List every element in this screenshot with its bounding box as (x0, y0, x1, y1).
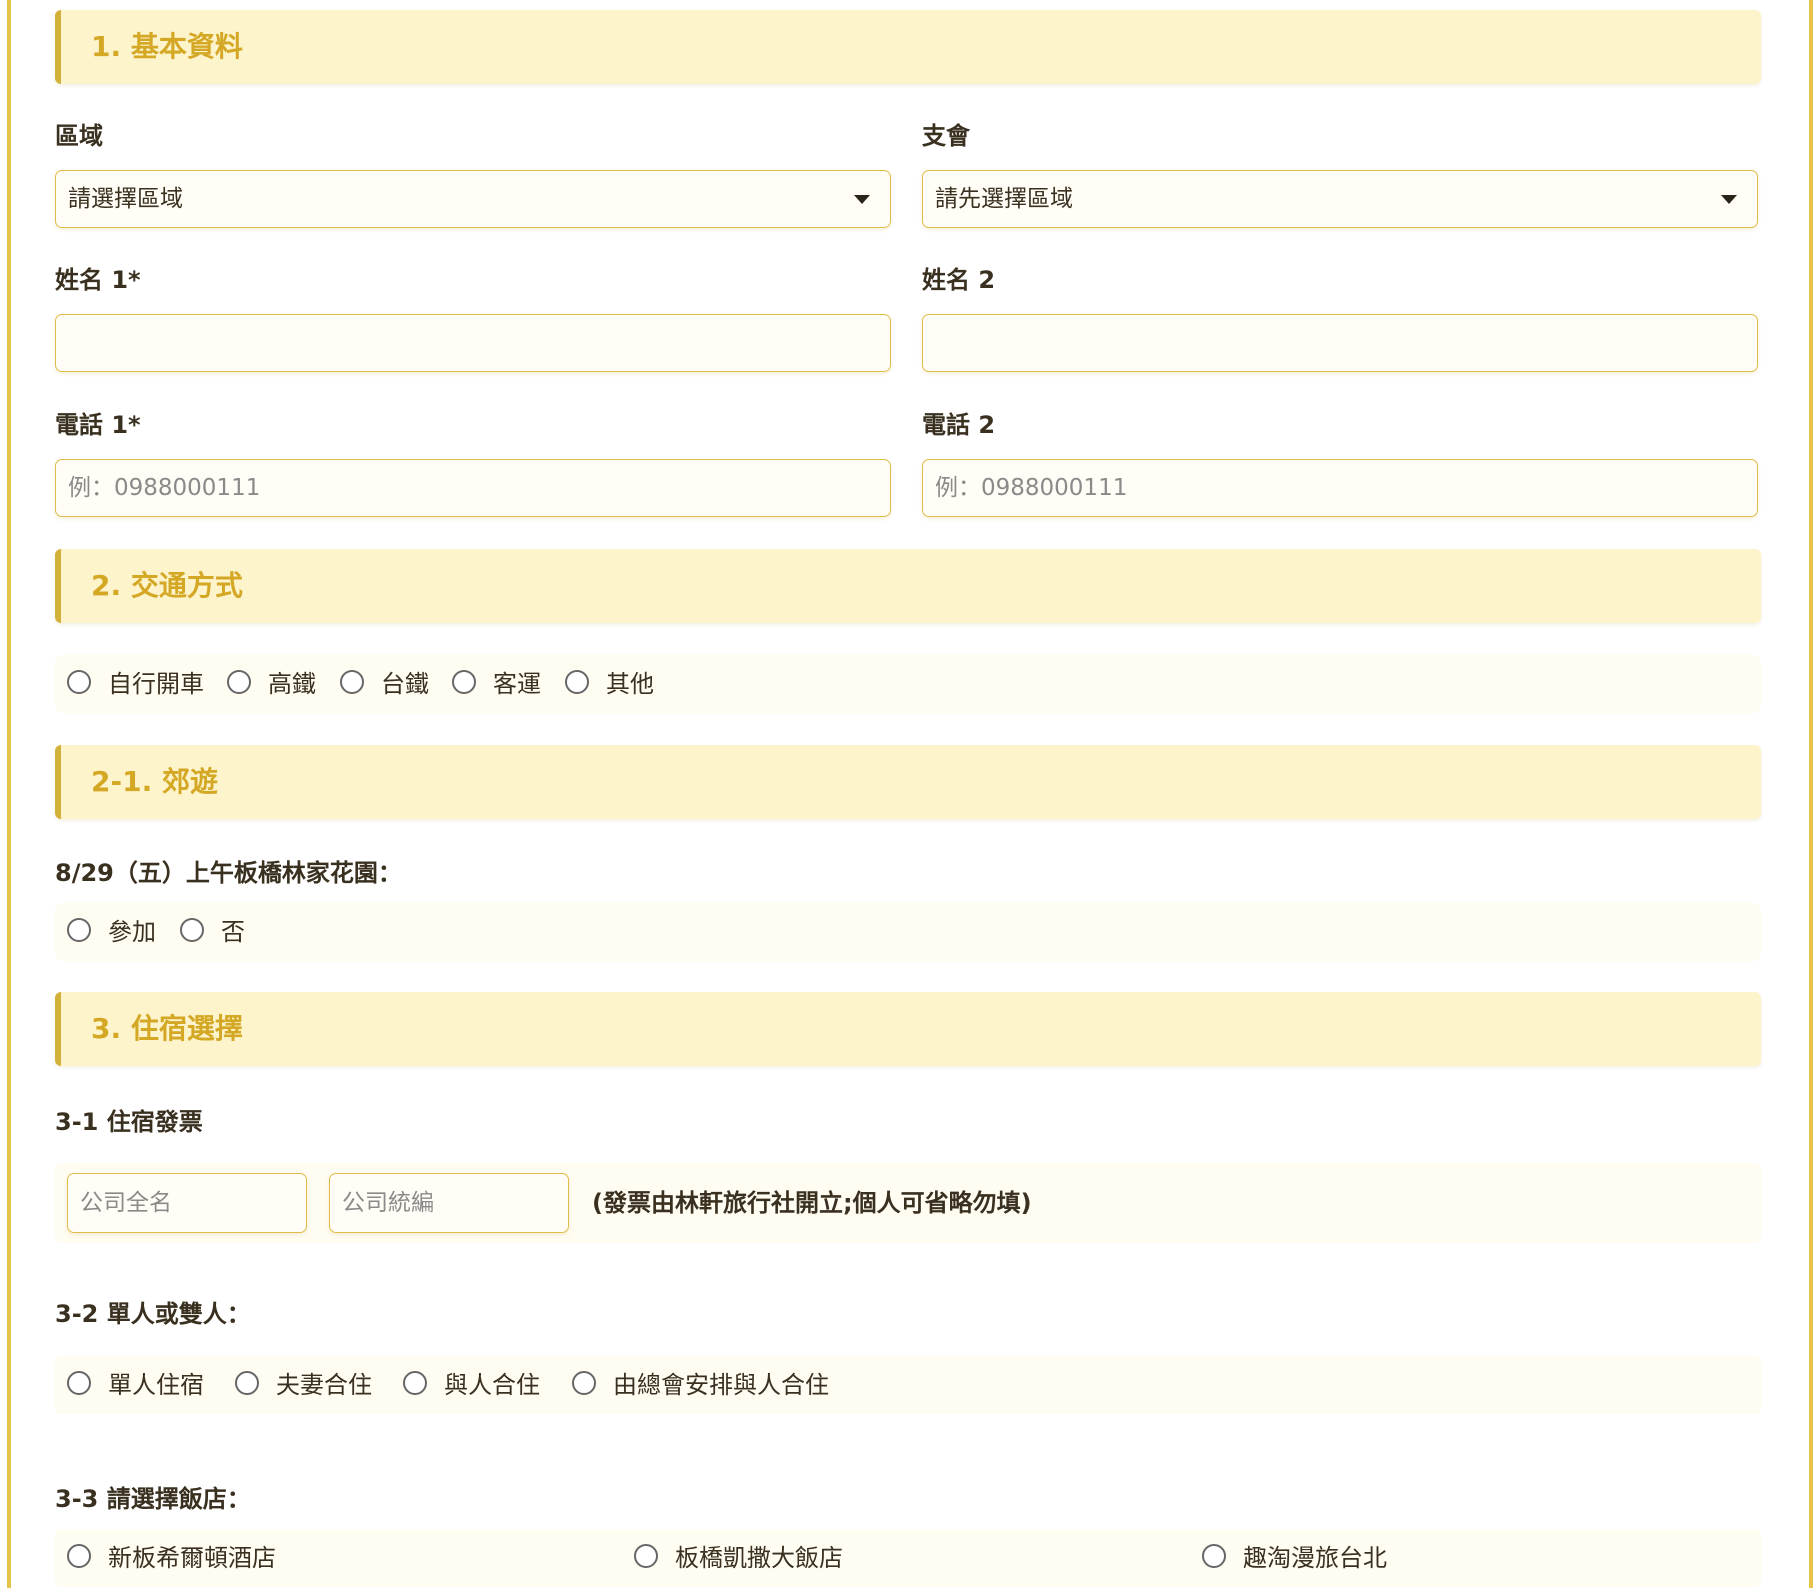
form-left-border (7, 0, 11, 1588)
section-title-transport: 2. 交通方式 (91, 569, 243, 602)
section-header-excursion: 2-1. 郊遊 (55, 745, 1761, 819)
phone2-label: 電話 2 (922, 411, 996, 439)
section-header-transport: 2. 交通方式 (55, 549, 1761, 623)
radio-button-icon[interactable] (67, 1544, 91, 1568)
excursion-radio-group: 參加 否 (55, 903, 1761, 961)
hotel-option-label: 趣淘漫旅台北 (1243, 1544, 1387, 1572)
chapter-label: 支會 (922, 122, 970, 150)
room-radio-group: 單人住宿 夫妻合住 與人合住 由總會安排與人合住 (55, 1356, 1761, 1414)
radio-button-icon[interactable] (340, 670, 364, 694)
radio-button-icon[interactable] (452, 670, 476, 694)
room-option-label: 單人住宿 (108, 1371, 204, 1399)
excursion-option-no[interactable]: 否 (168, 903, 258, 961)
room-label: 3-2 單人或雙人： (55, 1300, 251, 1328)
name2-input[interactable] (922, 314, 1758, 372)
transport-option-other[interactable]: 其他 (553, 655, 659, 713)
chevron-down-icon (1721, 195, 1737, 204)
hotel-option-caesar[interactable]: 板橋凱撒大飯店 (622, 1529, 922, 1587)
radio-button-icon[interactable] (1202, 1544, 1226, 1568)
company-name-input[interactable] (67, 1173, 307, 1233)
phone1-label: 電話 1* (55, 411, 141, 439)
company-id-input[interactable] (329, 1173, 569, 1233)
radio-button-icon[interactable] (235, 1371, 259, 1395)
excursion-option-join[interactable]: 參加 (55, 903, 165, 961)
radio-button-icon[interactable] (403, 1371, 427, 1395)
hotel-option-hilton[interactable]: 新板希爾頓酒店 (55, 1529, 355, 1587)
section-header-lodging: 3. 住宿選擇 (55, 992, 1761, 1066)
phone1-input[interactable] (55, 459, 891, 517)
invoice-note: (發票由林軒旅行社開立;個人可省略勿填) (592, 1189, 1032, 1217)
room-option-label: 夫妻合住 (276, 1371, 372, 1399)
transport-option-label: 高鐵 (268, 670, 316, 698)
hotel-option-label: 板橋凱撒大飯店 (675, 1544, 843, 1572)
transport-option-label: 自行開車 (108, 670, 204, 698)
region-select[interactable]: 請選擇區域 (55, 170, 891, 228)
registration-form: 1. 基本資料 區域 支會 請選擇區域 請先選擇區域 姓名 1* 姓名 2 電話… (55, 0, 1761, 1588)
chapter-select[interactable]: 請先選擇區域 (922, 170, 1758, 228)
radio-button-icon[interactable] (67, 670, 91, 694)
radio-button-icon[interactable] (227, 670, 251, 694)
name1-input[interactable] (55, 314, 891, 372)
name1-label: 姓名 1* (55, 266, 141, 294)
transport-option-drive[interactable]: 自行開車 (55, 655, 210, 713)
room-option-label: 與人合住 (444, 1371, 540, 1399)
region-label: 區域 (55, 122, 103, 150)
excursion-option-label: 否 (221, 918, 245, 946)
room-option-label: 由總會安排與人合住 (613, 1371, 829, 1399)
radio-button-icon[interactable] (67, 918, 91, 942)
transport-option-label: 客運 (493, 670, 541, 698)
transport-option-label: 台鐵 (381, 670, 429, 698)
radio-button-icon[interactable] (67, 1371, 91, 1395)
hotel-label: 3-3 請選擇飯店： (55, 1485, 251, 1513)
transport-option-bus[interactable]: 客運 (440, 655, 546, 713)
transport-option-train[interactable]: 台鐵 (328, 655, 434, 713)
section-title-basic: 1. 基本資料 (91, 30, 243, 63)
excursion-question: 8/29（五）上午板橋林家花園： (55, 859, 402, 887)
chevron-down-icon (854, 195, 870, 204)
room-option-single[interactable]: 單人住宿 (55, 1356, 215, 1414)
radio-button-icon[interactable] (565, 670, 589, 694)
invoice-label: 3-1 住宿發票 (55, 1108, 203, 1136)
radio-button-icon[interactable] (634, 1544, 658, 1568)
region-select-value: 請選擇區域 (68, 186, 183, 212)
hotel-option-qutao[interactable]: 趣淘漫旅台北 (1190, 1529, 1490, 1587)
hotel-option-label: 新板希爾頓酒店 (108, 1544, 276, 1572)
chapter-select-value: 請先選擇區域 (935, 186, 1073, 212)
form-right-border (1809, 0, 1813, 1588)
room-option-assigned[interactable]: 由總會安排與人合住 (560, 1356, 830, 1414)
room-option-share[interactable]: 與人合住 (391, 1356, 551, 1414)
radio-button-icon[interactable] (572, 1371, 596, 1395)
section-header-basic: 1. 基本資料 (55, 10, 1761, 84)
transport-radio-group: 自行開車 高鐵 台鐵 客運 其他 (55, 655, 1761, 713)
hotel-radio-group: 新板希爾頓酒店 板橋凱撒大飯店 趣淘漫旅台北 (55, 1529, 1761, 1587)
radio-button-icon[interactable] (180, 918, 204, 942)
name2-label: 姓名 2 (922, 266, 996, 294)
section-title-lodging: 3. 住宿選擇 (91, 1012, 243, 1045)
transport-option-label: 其他 (606, 670, 654, 698)
excursion-option-label: 參加 (108, 918, 156, 946)
transport-option-hsr[interactable]: 高鐵 (215, 655, 321, 713)
section-title-excursion: 2-1. 郊遊 (91, 765, 218, 798)
invoice-row: (發票由林軒旅行社開立;個人可省略勿填) (55, 1163, 1761, 1243)
phone2-input[interactable] (922, 459, 1758, 517)
room-option-couple[interactable]: 夫妻合住 (223, 1356, 383, 1414)
